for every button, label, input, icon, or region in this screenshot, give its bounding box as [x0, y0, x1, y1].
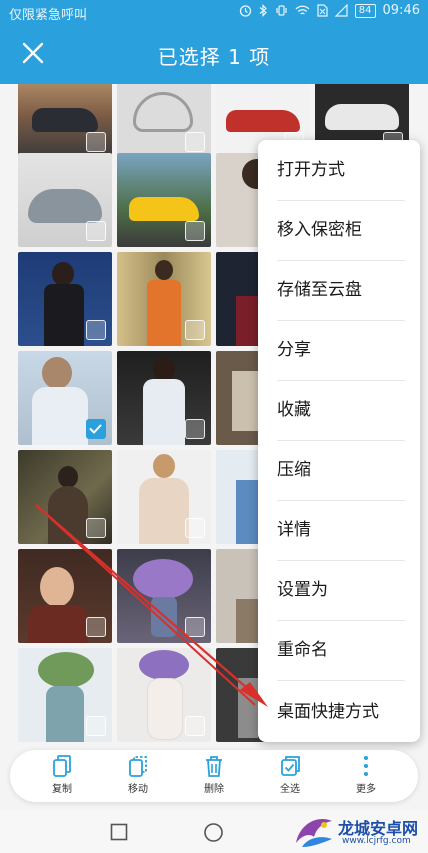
- selection-checkbox[interactable]: [185, 221, 205, 241]
- home-icon[interactable]: [203, 822, 224, 843]
- menu-item-set-as[interactable]: 设置为: [258, 560, 420, 620]
- select-all-button[interactable]: 全选: [260, 754, 320, 800]
- more-icon: [364, 756, 368, 776]
- selection-checkbox[interactable]: [185, 132, 205, 152]
- more-button[interactable]: 更多: [336, 754, 396, 800]
- checkmark-icon: [89, 424, 102, 434]
- recents-icon[interactable]: [110, 823, 128, 841]
- menu-item-save-to-cloud[interactable]: 存储至云盘: [258, 260, 420, 320]
- menu-item-compress[interactable]: 压缩: [258, 440, 420, 500]
- watermark-logo-icon: [296, 819, 332, 847]
- context-menu: 打开方式 移入保密柜 存储至云盘 分享 收藏 压缩 详情 设置为 重命名 桌面快…: [258, 140, 420, 742]
- image-thumbnail[interactable]: [18, 252, 112, 346]
- image-thumbnail[interactable]: [18, 549, 112, 643]
- clock-text: 09:46: [382, 3, 420, 18]
- menu-item-favorite[interactable]: 收藏: [258, 380, 420, 440]
- menu-item-details[interactable]: 详情: [258, 500, 420, 560]
- menu-item-move-to-safe[interactable]: 移入保密柜: [258, 200, 420, 260]
- image-thumbnail[interactable]: [117, 450, 211, 544]
- delete-button[interactable]: 删除: [184, 754, 244, 800]
- status-bar: 仅限紧急呼叫 84 09:46: [0, 0, 428, 24]
- bluetooth-icon: [259, 4, 267, 17]
- title-bar: 已选择 1 项: [0, 24, 428, 84]
- more-label: 更多: [356, 784, 376, 795]
- move-button[interactable]: 移动: [108, 754, 168, 800]
- selection-checkbox-checked[interactable]: [86, 419, 106, 439]
- copy-button[interactable]: 复制: [32, 754, 92, 800]
- trash-icon: [206, 756, 222, 777]
- bottom-toolbar: 复制 移动 删除 全选 更多: [10, 750, 418, 802]
- selection-checkbox[interactable]: [86, 518, 106, 538]
- menu-item-share[interactable]: 分享: [258, 320, 420, 380]
- selection-checkbox[interactable]: [86, 221, 106, 241]
- select-all-icon: [281, 756, 300, 776]
- image-thumbnail[interactable]: [117, 351, 211, 445]
- image-thumbnail[interactable]: [18, 153, 112, 247]
- image-thumbnail[interactable]: [18, 450, 112, 544]
- image-thumbnail[interactable]: [117, 84, 211, 158]
- select-all-label: 全选: [280, 784, 300, 795]
- status-icons: 84 09:46: [239, 3, 420, 18]
- battery-indicator: 84: [354, 3, 376, 18]
- menu-item-desktop-shortcut[interactable]: 桌面快捷方式: [258, 682, 420, 742]
- menu-divider: [277, 680, 405, 681]
- copy-icon: [53, 755, 71, 777]
- menu-item-open-with[interactable]: 打开方式: [258, 140, 420, 200]
- image-thumbnail[interactable]: [18, 84, 112, 158]
- selection-checkbox[interactable]: [185, 617, 205, 637]
- selection-checkbox[interactable]: [86, 716, 106, 736]
- move-label: 移动: [128, 784, 148, 795]
- delete-label: 删除: [204, 784, 224, 795]
- vibrate-icon: [276, 5, 287, 16]
- signal-icon: [334, 4, 348, 17]
- selection-checkbox[interactable]: [185, 419, 205, 439]
- selection-checkbox[interactable]: [185, 716, 205, 736]
- image-thumbnail[interactable]: [18, 648, 112, 742]
- copy-label: 复制: [52, 784, 72, 795]
- selection-checkbox[interactable]: [185, 518, 205, 538]
- selection-checkbox[interactable]: [86, 320, 106, 340]
- no-sim-icon: [317, 4, 328, 17]
- alarm-icon: [239, 5, 251, 17]
- menu-item-rename[interactable]: 重命名: [258, 620, 420, 680]
- image-thumbnail[interactable]: [117, 153, 211, 247]
- page-title: 已选择 1 项: [157, 45, 271, 69]
- image-thumbnail[interactable]: [117, 648, 211, 742]
- selection-checkbox[interactable]: [185, 320, 205, 340]
- watermark-url: www.lcjrfg.com: [342, 836, 411, 846]
- image-thumbnail[interactable]: [117, 252, 211, 346]
- move-icon: [129, 756, 147, 777]
- wifi-icon: [295, 5, 310, 15]
- selection-checkbox[interactable]: [86, 132, 106, 152]
- image-thumbnail[interactable]: [117, 549, 211, 643]
- image-thumbnail[interactable]: [18, 351, 112, 445]
- watermark: 龙城安卓网 www.lcjrfg.com: [292, 812, 428, 852]
- selection-checkbox[interactable]: [86, 617, 106, 637]
- carrier-text: 仅限紧急呼叫: [9, 8, 88, 23]
